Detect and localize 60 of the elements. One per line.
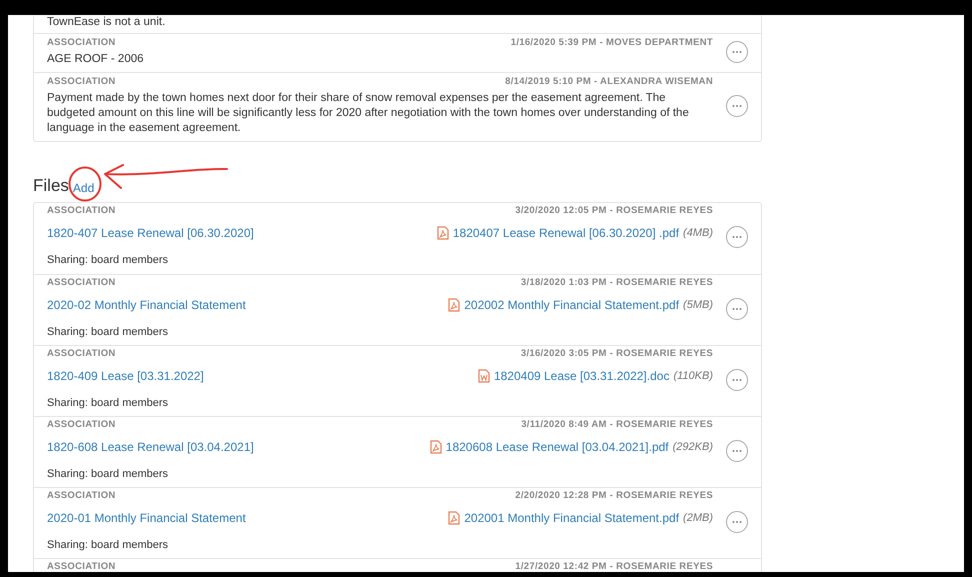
file-name-link[interactable]: 1820409 Lease [03.31.2022].doc xyxy=(494,369,670,383)
timestamp-author: 3/11/2020 8:49 AM - ROSEMARIE REYES xyxy=(521,419,713,430)
annotation-circle xyxy=(68,166,102,202)
file-name-link[interactable]: 202002 Monthly Financial Statement.pdf xyxy=(464,298,680,312)
ellipsis-icon xyxy=(732,378,742,382)
more-options-button[interactable] xyxy=(726,226,748,248)
category-label: ASSOCIATION xyxy=(47,348,116,359)
category-label: ASSOCIATION xyxy=(47,561,116,572)
more-options-button[interactable] xyxy=(726,368,748,390)
file-title-link[interactable]: 1820-409 Lease [03.31.2022] xyxy=(47,369,204,383)
file-size: (5MB) xyxy=(683,299,713,311)
note-text: Payment made by the town homes next door for their share of snow removal expenses per the easement agreement. The budgeted amount on this line will be significantly less for 2020 after negotiation with the town homes over understanding of the language in the easement agreement. xyxy=(47,91,690,136)
file-title-link[interactable]: 1820-407 Lease Renewal [06.30.2020] xyxy=(47,226,254,240)
word-file-icon xyxy=(478,369,490,383)
note-text: AGE ROOF - 2006 xyxy=(47,52,145,67)
timestamp-author: 3/16/2020 3:05 PM - ROSEMARIE REYES xyxy=(520,348,713,359)
file-title-link[interactable]: 2020-02 Monthly Financial Statement xyxy=(47,298,246,312)
ellipsis-icon xyxy=(732,104,742,108)
sharing-text: Sharing: board members xyxy=(47,397,170,409)
note-text: TownEase is not a unit. xyxy=(47,15,166,30)
timestamp-author: 3/18/2020 1:03 PM - ROSEMARIE REYES xyxy=(520,277,713,288)
category-label: ASSOCIATION xyxy=(47,419,116,430)
file-size: (110KB) xyxy=(673,370,713,382)
ellipsis-icon xyxy=(732,50,742,54)
timestamp-author: 8/14/2019 5:10 PM - ALEXANDRA WISEMAN xyxy=(505,76,713,87)
category-label: ASSOCIATION xyxy=(47,76,116,87)
category-label: ASSOCIATION xyxy=(47,37,116,48)
pdf-file-icon xyxy=(430,440,442,454)
section-title: Files xyxy=(33,176,69,196)
pdf-file-icon xyxy=(448,298,460,312)
file-size: (292KB) xyxy=(672,441,713,453)
category-label: ASSOCIATION xyxy=(47,277,116,288)
timestamp-author: 3/20/2020 12:05 PM - ROSEMARIE REYES xyxy=(515,205,713,216)
pdf-file-icon xyxy=(436,226,449,240)
pdf-file-icon xyxy=(448,511,460,525)
category-label: ASSOCIATION xyxy=(47,490,116,501)
ellipsis-icon xyxy=(732,448,742,452)
sharing-text: Sharing: board members xyxy=(47,468,170,480)
timestamp-author: 1/27/2020 12:42 PM - ROSEMARIE REYES xyxy=(515,561,713,572)
timestamp-author: 1/16/2020 5:39 PM - MOVES DEPARTMENT xyxy=(510,37,713,48)
more-options-button[interactable] xyxy=(726,95,748,117)
more-options-button[interactable] xyxy=(726,510,748,532)
ellipsis-icon xyxy=(732,520,742,524)
file-size: (4MB) xyxy=(683,227,713,239)
sharing-text: Sharing: board members xyxy=(47,539,170,551)
sharing-text: Sharing: board members xyxy=(47,326,170,338)
file-size: (2MB) xyxy=(683,512,713,524)
file-name-link[interactable]: 1820407 Lease Renewal [06.30.2020] .pdf xyxy=(452,226,680,240)
sharing-text: Sharing: board members xyxy=(47,254,170,266)
file-title-link[interactable]: 1820-608 Lease Renewal [03.04.2021] xyxy=(47,440,254,454)
category-label: ASSOCIATION xyxy=(47,205,116,216)
ellipsis-icon xyxy=(732,235,742,239)
file-name-link[interactable]: 1820608 Lease Renewal [03.04.2021].pdf xyxy=(446,440,669,454)
file-name-link[interactable]: 202001 Monthly Financial Statement.pdf xyxy=(464,511,680,525)
more-options-button[interactable] xyxy=(726,41,748,63)
file-title-link[interactable]: 2020-01 Monthly Financial Statement xyxy=(47,511,246,525)
ellipsis-icon xyxy=(732,306,742,310)
more-options-button[interactable] xyxy=(726,298,748,320)
timestamp-author: 2/20/2020 12:28 PM - ROSEMARIE REYES xyxy=(515,490,713,501)
more-options-button[interactable] xyxy=(726,440,748,462)
